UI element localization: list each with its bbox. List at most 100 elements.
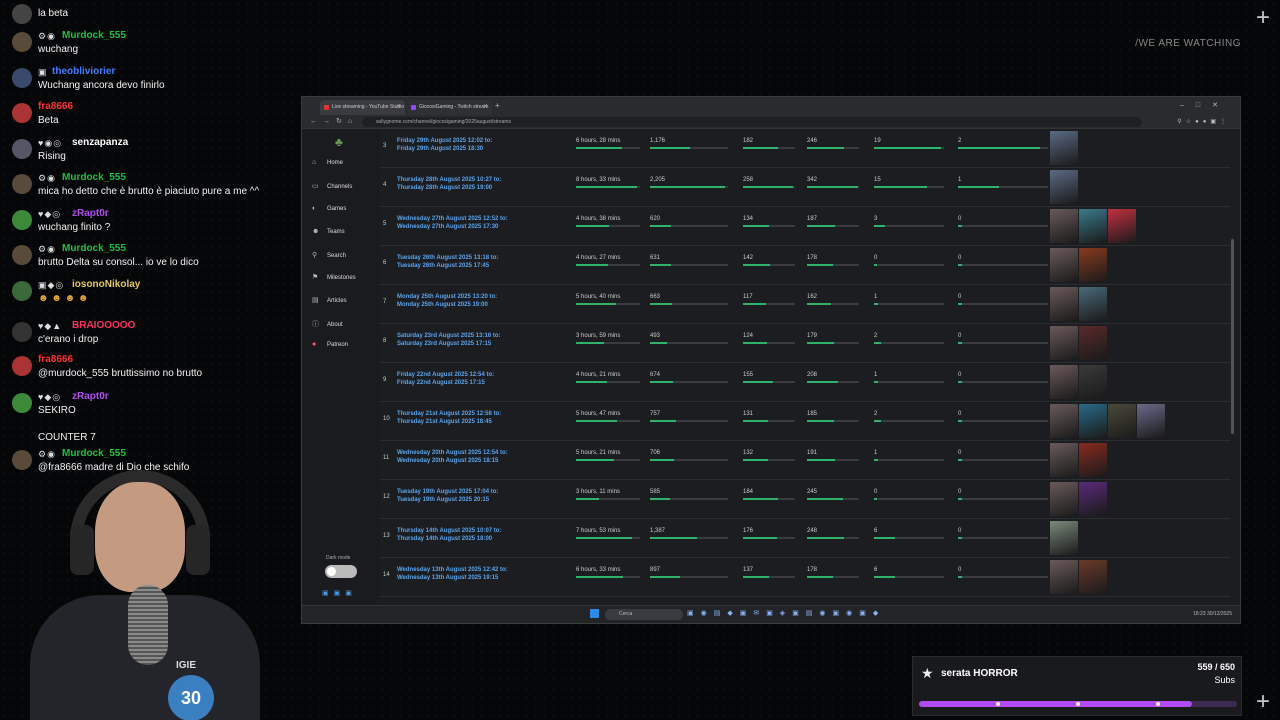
stream-date-link[interactable]: Thursday 28th August 2025 10:27 to: Thurs… <box>397 176 501 192</box>
chat-username[interactable]: iosonoNikolay <box>72 279 140 290</box>
table-row[interactable]: 13 Thursday 14th August 2025 10:07 to: Thu… <box>380 519 1230 558</box>
game-cover-thumbnail[interactable] <box>1050 404 1078 438</box>
game-cover-thumbnail[interactable] <box>1050 326 1078 360</box>
game-cover-thumbnail[interactable] <box>1079 482 1107 516</box>
table-row[interactable]: 10 Thursday 21st August 2025 12:58 to: Thu… <box>380 402 1230 441</box>
game-cover-thumbnail[interactable] <box>1050 209 1078 243</box>
stream-date-link[interactable]: Monday 25th August 2025 13:20 to: Monday … <box>397 293 497 309</box>
table-row[interactable]: 4 Thursday 28th August 2025 10:27 to: Thur… <box>380 168 1230 207</box>
chat-username[interactable]: senzapanza <box>72 137 128 148</box>
sidebar-item-teams[interactable]: ☻ Teams <box>312 228 345 235</box>
game-cover-thumbnail[interactable] <box>1108 404 1136 438</box>
cell-bar <box>743 537 795 539</box>
window-controls[interactable]: –□✕ <box>1180 101 1230 109</box>
game-cover-thumbnail[interactable] <box>1079 365 1107 399</box>
chat-username[interactable]: fra8666 <box>38 101 73 112</box>
close-icon[interactable]: ✕ <box>396 103 401 110</box>
table-row[interactable]: 6 Tuesday 26th August 2025 13:18 to: Tuesd… <box>380 246 1230 285</box>
table-row[interactable]: 14 Wednesday 13th August 2025 12:42 to: We… <box>380 558 1230 597</box>
game-cover-thumbnail[interactable] <box>1050 131 1078 165</box>
game-cover-thumbnail[interactable] <box>1079 560 1107 594</box>
sidebar-item-milestones[interactable]: ⚑ Milestones <box>312 273 356 281</box>
chat-username[interactable]: Murdock_555 <box>62 448 126 459</box>
tab-youtube-studio[interactable]: Live streaming - YouTube Studio ✕ <box>320 100 405 115</box>
table-row[interactable]: 5 Wednesday 27th August 2025 12:52 to: Wed… <box>380 207 1230 246</box>
table-row[interactable]: 11 Wednesday 20th August 2025 12:54 to: We… <box>380 441 1230 480</box>
close-icon[interactable]: ✕ <box>483 103 488 110</box>
game-cover-thumbnail[interactable] <box>1108 209 1136 243</box>
game-cover-thumbnail[interactable] <box>1079 209 1107 243</box>
game-cover-thumbnail[interactable] <box>1050 521 1078 555</box>
stream-date-link[interactable]: Saturday 23rd August 2025 13:16 to: Satur… <box>397 332 500 348</box>
stream-date-link[interactable]: Tuesday 26th August 2025 13:18 to: Tuesda… <box>397 254 498 270</box>
table-row[interactable]: 7 Monday 25th August 2025 13:20 to: Monday… <box>380 285 1230 324</box>
game-cover-thumbnail[interactable] <box>1050 287 1078 321</box>
sidebar-item-home[interactable]: ⌂ Home <box>312 159 343 166</box>
game-cover-thumbnail[interactable] <box>1050 365 1078 399</box>
sidebar-item-search[interactable]: ⚲ Search <box>312 251 346 259</box>
chat-username[interactable]: zRapt0r <box>72 208 109 219</box>
stream-start: Thursday 14th August 2025 10:07 to: <box>397 528 502 534</box>
game-cover-thumbnail[interactable] <box>1079 404 1107 438</box>
cell-bar-fill <box>576 537 633 539</box>
site-logo-icon[interactable]: ♣ <box>335 135 343 149</box>
chat-username[interactable]: fra8666 <box>38 354 73 365</box>
stream-date-link[interactable]: Tuesday 19th August 2025 17:04 to: Tuesda… <box>397 488 498 504</box>
dark-mode-toggle[interactable] <box>325 565 357 578</box>
table-row[interactable]: 12 Tuesday 19th August 2025 17:04 to: Tues… <box>380 480 1230 519</box>
chat-username[interactable]: Murdock_555 <box>62 243 126 254</box>
chat-username[interactable]: Murdock_555 <box>62 172 126 183</box>
chat-username[interactable]: BRAIOOOOO <box>72 320 135 331</box>
game-cover-thumbnail[interactable] <box>1050 443 1078 477</box>
tab-twitch[interactable]: GiocosiGaming - Twitch stream ✕ <box>407 100 492 115</box>
sidebar-item-about[interactable]: ⓘ About <box>312 319 343 329</box>
game-cover-thumbnail[interactable] <box>1079 287 1107 321</box>
windows-start-icon[interactable] <box>590 609 599 618</box>
chat-username[interactable]: theobliviorier <box>52 66 115 77</box>
table-row[interactable]: 8 Saturday 23rd August 2025 13:16 to: Satu… <box>380 324 1230 363</box>
cell-bar <box>807 264 859 266</box>
cell-c1: 757 <box>650 411 661 417</box>
nav-buttons[interactable]: ←→↻⌂ <box>310 117 358 125</box>
game-cover-thumbnail[interactable] <box>1050 170 1078 204</box>
table-row[interactable]: 3 Friday 29th August 2025 12:02 to: Friday… <box>380 129 1230 168</box>
cell-duration: 4 hours, 21 mins <box>576 372 621 378</box>
stream-date-link[interactable]: Friday 22nd August 2025 12:54 to: Friday … <box>397 371 494 387</box>
taskbar-apps[interactable]: ▣◉▤◆▣✉▣◈▣▤◉▣◉▣◆ <box>687 609 885 617</box>
stream-date-link[interactable]: Wednesday 27th August 2025 12:52 to: Wedn… <box>397 215 508 231</box>
game-cover-thumbnail[interactable] <box>1050 560 1078 594</box>
sidebar-item-channels[interactable]: ▭ Channels <box>312 182 352 190</box>
sidebar-item-patreon[interactable]: ● Patreon <box>312 341 348 348</box>
shirt-text: IGIE <box>176 660 197 671</box>
cell-c1: 2,205 <box>650 177 666 183</box>
sidebar-item-articles[interactable]: ▤ Articles <box>312 296 347 304</box>
extension-icons[interactable]: ⚲☆●●▣⋮ <box>1177 118 1230 125</box>
new-tab-icon[interactable]: + <box>495 101 500 110</box>
cell-c4: 2 <box>874 411 878 417</box>
table-row[interactable]: 9 Friday 22nd August 2025 12:54 to: Friday… <box>380 363 1230 402</box>
chat-username[interactable]: Murdock_555 <box>62 30 126 41</box>
taskbar-search[interactable]: Cerca <box>605 609 683 620</box>
sidebar-item-games[interactable]: ◐ Games <box>312 205 346 212</box>
chat-username[interactable]: zRapt0r <box>72 391 109 402</box>
stream-date-link[interactable]: Thursday 14th August 2025 10:07 to: Thurs… <box>397 527 501 543</box>
cell-bar-fill <box>576 498 599 500</box>
game-cover-thumbnail[interactable] <box>1050 482 1078 516</box>
page-scrollbar[interactable] <box>1231 239 1234 434</box>
cell-c3: 185 <box>807 411 818 417</box>
system-tray[interactable]: 18:23 30/12/2025 <box>1193 611 1232 617</box>
goal-progress-bar <box>919 701 1237 707</box>
game-cover-thumbnail[interactable] <box>1137 404 1165 438</box>
stream-date-link[interactable]: Friday 29th August 2025 12:02 to: Friday … <box>397 137 492 153</box>
cell-bar <box>650 147 728 149</box>
cell-bar-fill <box>650 498 670 500</box>
url-field[interactable]: sullygnome.com/channel/giocosigaming/202… <box>362 117 1142 127</box>
game-cover-thumbnail[interactable] <box>1079 443 1107 477</box>
game-cover-thumbnail[interactable] <box>1079 326 1107 360</box>
social-links[interactable]: ▣▣▣ <box>322 589 357 597</box>
stream-date-link[interactable]: Wednesday 13th August 2025 12:42 to: Wedn… <box>397 566 508 582</box>
stream-date-link[interactable]: Thursday 21st August 2025 12:58 to: Thurs… <box>397 410 501 426</box>
stream-date-link[interactable]: Wednesday 20th August 2025 12:54 to: Wedn… <box>397 449 508 465</box>
game-cover-thumbnail[interactable] <box>1050 248 1078 282</box>
game-cover-thumbnail[interactable] <box>1079 248 1107 282</box>
